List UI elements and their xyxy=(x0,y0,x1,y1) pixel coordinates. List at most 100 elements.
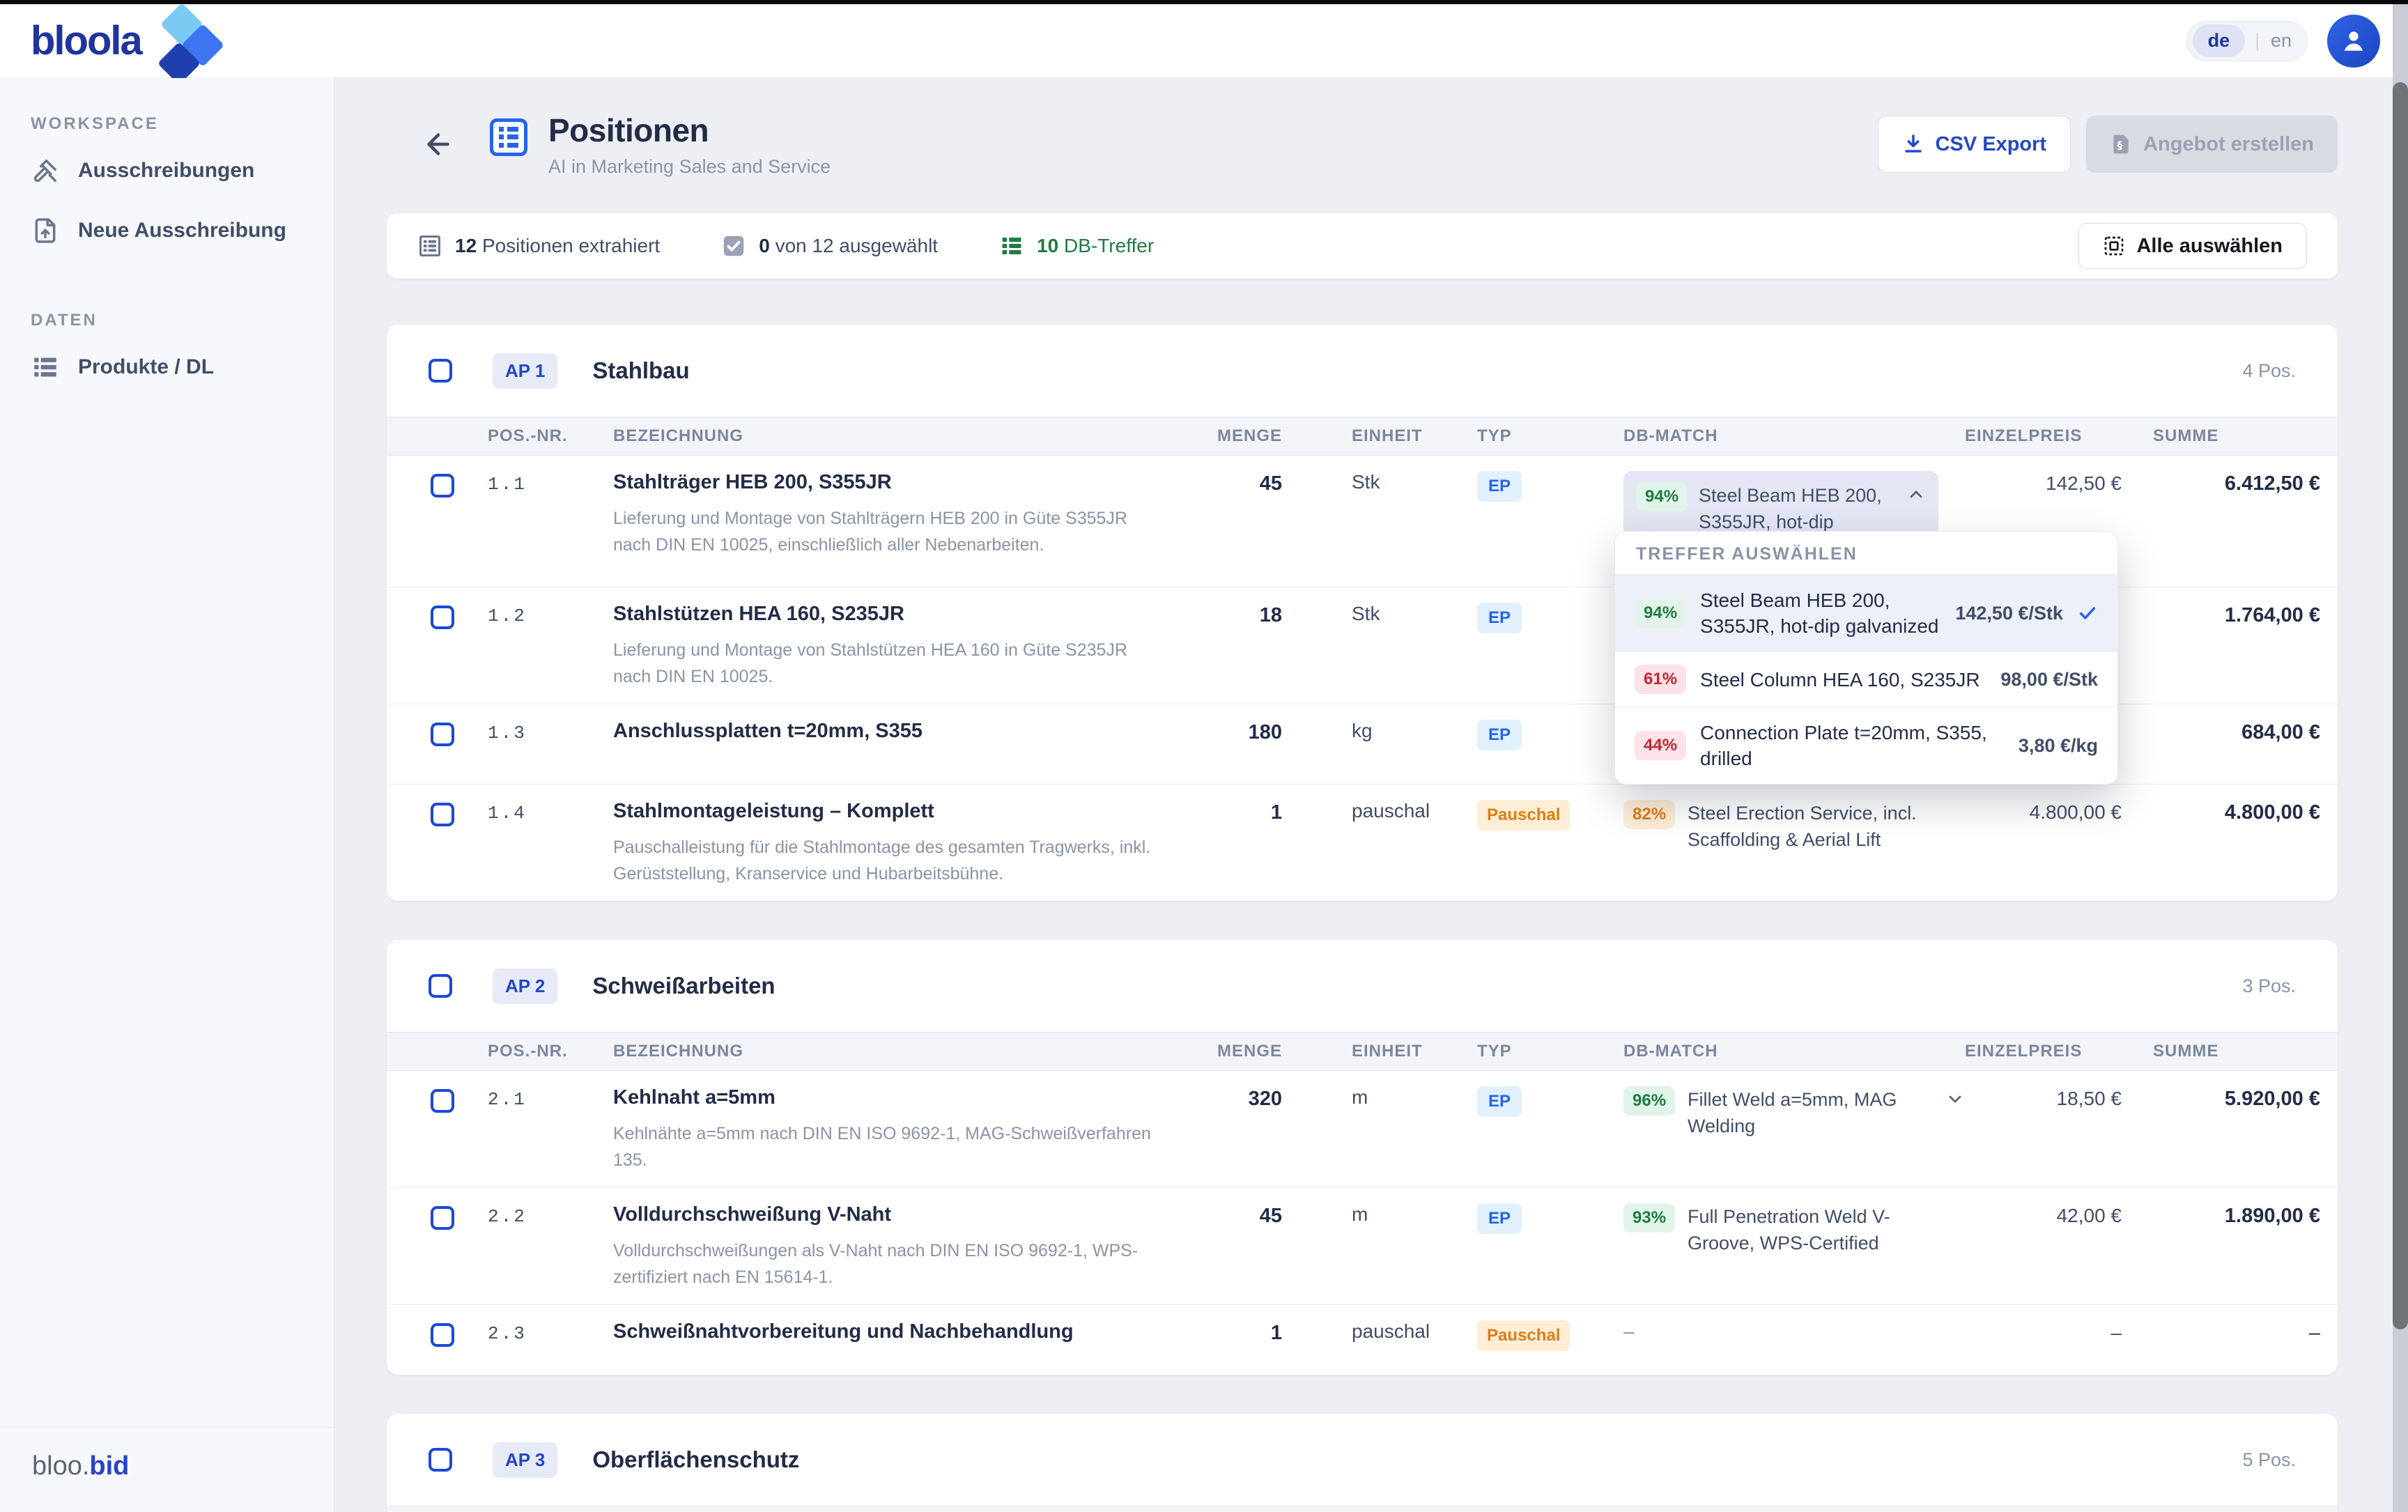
sidebar-item-ausschreibungen[interactable]: Ausschreibungen xyxy=(0,141,334,201)
type-badge: Pauschal xyxy=(1477,800,1570,831)
page: bloola de | en WORKSPACE xyxy=(0,0,2408,1512)
row-checkbox[interactable] xyxy=(431,723,454,746)
dropdown-option[interactable]: 44% Connection Plate t=20mm, S355, drill… xyxy=(1615,707,2117,784)
match-percent-badge: 94% xyxy=(1635,599,1686,628)
match-percent-badge: 82% xyxy=(1623,800,1675,829)
sidebar-footer-brand: bloo.bid xyxy=(0,1427,334,1512)
lang-en-option[interactable]: en xyxy=(2271,30,2292,52)
col-typ: TYP xyxy=(1477,1042,1623,1061)
section-pos-count: 5 Pos. xyxy=(2242,1449,2296,1471)
stat-extracted-label: Positionen extrahiert xyxy=(482,235,660,256)
row-title: Stahlträger HEB 200, S355JR xyxy=(613,471,1171,494)
db-match-selector[interactable]: 96% Fillet Weld a=5mm, MAG Welding xyxy=(1623,1086,1965,1139)
row-checkbox[interactable] xyxy=(431,1206,454,1230)
checkmark-icon xyxy=(2077,603,2098,624)
page-subtitle: AI in Marketing Sales and Service xyxy=(548,156,831,178)
dropdown-option-selected[interactable]: 94% Steel Beam HEB 200, S355JR, hot-dip … xyxy=(1615,575,2117,652)
pos-nr: 1.3 xyxy=(481,720,613,770)
sidebar-item-produkte-dl[interactable]: Produkte / DL xyxy=(0,337,334,397)
row-qty: 320 xyxy=(1171,1086,1282,1173)
pos-nr: 1.4 xyxy=(481,800,613,887)
logo[interactable]: bloola xyxy=(31,4,358,77)
lang-de-option[interactable]: de xyxy=(2193,24,2246,57)
table-icon xyxy=(417,233,442,259)
sidebar-item-label: Ausschreibungen xyxy=(78,159,254,183)
sidebar-item-label: Neue Ausschreibung xyxy=(78,219,286,242)
select-all-label: Alle auswählen xyxy=(2136,235,2283,258)
section-checkbox[interactable] xyxy=(429,1448,452,1472)
sidebar-item-neue-ausschreibung[interactable]: Neue Ausschreibung xyxy=(0,201,334,261)
row-checkbox[interactable] xyxy=(431,1323,454,1347)
row-qty: 18 xyxy=(1171,603,1282,690)
user-avatar[interactable] xyxy=(2327,15,2380,68)
page-header: Positionen AI in Marketing Sales and Ser… xyxy=(387,106,2338,183)
db-match[interactable]: 93% Full Penetration Weld V-Groove, WPS-… xyxy=(1623,1203,1965,1256)
row-unit: Stk xyxy=(1282,603,1477,690)
section-title: Stahlbau xyxy=(592,357,689,384)
section-pos-count: 3 Pos. xyxy=(2242,975,2296,997)
scrollbar-thumb[interactable] xyxy=(2393,82,2408,1329)
stat-extracted: 12 Positionen extrahiert xyxy=(417,233,660,259)
select-all-button[interactable]: Alle auswählen xyxy=(2078,223,2307,269)
table-row: 2.3 Schweißnahtvorbereitung und Nachbeha… xyxy=(387,1305,2338,1375)
col-einzelpreis: EINZELPREIS xyxy=(1965,426,2136,446)
col-bezeichnung: BEZEICHNUNG xyxy=(613,1042,1171,1061)
match-label: Steel Erection Service, incl. Scaffoldin… xyxy=(1688,800,1917,853)
section-checkbox[interactable] xyxy=(429,974,452,998)
gavel-icon xyxy=(32,157,59,184)
language-toggle[interactable]: de | en xyxy=(2186,21,2308,61)
section-title: Oberflächenschutz xyxy=(592,1447,799,1473)
match-label: Full Penetration Weld V-Groove, WPS-Cert… xyxy=(1688,1203,1917,1256)
row-unit-price: 18,50 € xyxy=(1965,1086,2136,1173)
row-checkbox[interactable] xyxy=(431,1089,454,1113)
row-checkbox[interactable] xyxy=(431,474,454,497)
stat-matches-label: DB-Treffer xyxy=(1064,235,1154,256)
col-db-match: DB-MATCH xyxy=(1623,426,1965,446)
sidebar-section-daten: DATEN xyxy=(0,261,334,337)
section-badge: AP 1 xyxy=(493,353,557,389)
match-percent-badge: 44% xyxy=(1635,731,1686,760)
row-qty: 45 xyxy=(1171,471,1282,573)
row-unit-price: 42,00 € xyxy=(1965,1203,2136,1290)
match-empty: – xyxy=(1623,1320,1635,1342)
match-dropdown: TREFFER AUSWÄHLEN 94% Steel Beam HEB 200… xyxy=(1614,531,2118,785)
row-qty: 1 xyxy=(1171,1320,1282,1361)
page-title: Positionen xyxy=(548,111,831,149)
arrow-left-icon xyxy=(422,128,454,160)
type-badge: EP xyxy=(1477,1203,1522,1234)
col-pos-nr: POS.-NR. xyxy=(481,1042,613,1061)
option-label: Steel Column HEA 160, S235JR xyxy=(1700,667,1986,693)
row-total: 4.800,00 € xyxy=(2136,800,2320,887)
row-checkbox[interactable] xyxy=(431,803,454,826)
option-price: 98,00 €/Stk xyxy=(2000,669,2098,691)
stat-matches-count: 10 xyxy=(1037,235,1058,256)
row-unit: pauschal xyxy=(1282,800,1477,887)
row-description: Volldurchschweißungen als V-Naht nach DI… xyxy=(613,1237,1164,1290)
brand-gray: bloo. xyxy=(32,1451,89,1481)
db-match[interactable]: 82% Steel Erection Service, incl. Scaffo… xyxy=(1623,800,1965,853)
stat-selected: 0 von 12 ausgewählt xyxy=(721,233,938,259)
create-offer-button[interactable]: § Angebot erstellen xyxy=(2086,116,2338,173)
type-badge: EP xyxy=(1477,720,1522,750)
match-percent-badge: 94% xyxy=(1636,482,1688,511)
row-checkbox[interactable] xyxy=(431,605,454,629)
row-unit: Stk xyxy=(1282,471,1477,573)
csv-export-button[interactable]: CSV Export xyxy=(1878,116,2071,173)
option-price: 3,80 €/kg xyxy=(2019,735,2098,757)
row-description: Kehlnähte a=5mm nach DIN EN ISO 9692-1, … xyxy=(613,1120,1164,1173)
chevron-down-icon[interactable] xyxy=(1945,1089,1965,1109)
section-badge: AP 2 xyxy=(493,969,557,1004)
back-button[interactable] xyxy=(416,122,461,167)
chevron-up-icon[interactable] xyxy=(1906,485,1926,504)
section-header: AP 2 Schweißarbeiten 3 Pos. xyxy=(387,940,2338,1032)
section-checkbox[interactable] xyxy=(429,359,452,383)
row-total: 1.890,00 € xyxy=(2136,1203,2320,1290)
table-header: POS.-NR. BEZEICHNUNG MENGE EINHEIT TYP D… xyxy=(387,417,2338,456)
brand-blue: bid xyxy=(89,1451,129,1481)
section-title: Schweißarbeiten xyxy=(592,973,775,999)
scrollbar-track[interactable] xyxy=(2393,4,2408,1512)
dropdown-option[interactable]: 61% Steel Column HEA 160, S235JR 98,00 €… xyxy=(1615,652,2117,707)
document-paragraph-icon: § xyxy=(2110,133,2132,155)
select-all-icon xyxy=(2103,235,2125,257)
checkbox-icon xyxy=(721,233,746,259)
